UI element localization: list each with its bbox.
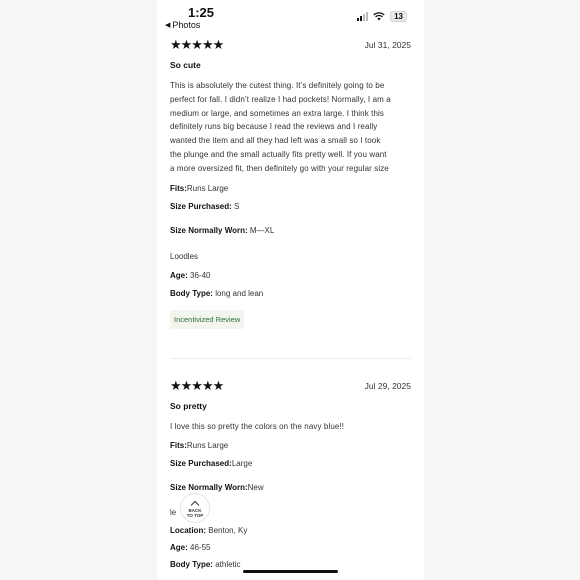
- review-body: I love this so pretty the colors on the …: [170, 420, 411, 434]
- body-type-attribute: Body Type: athletic: [170, 559, 241, 569]
- star-rating: ★★★★★: [170, 378, 224, 393]
- size-worn-attribute: Size Normally Worn: M—XL: [170, 225, 275, 235]
- home-indicator[interactable]: [243, 570, 338, 573]
- back-to-top-label-line2: TO TOP: [186, 512, 204, 518]
- status-icons: 13: [357, 11, 407, 22]
- back-to-photos-link[interactable]: ◀ Photos: [165, 20, 200, 30]
- incentivized-review-badge: Incentivized Review: [170, 309, 245, 329]
- size-purchased-attribute: Size Purchased: S: [170, 201, 240, 211]
- reviewer-name: Loodles: [170, 251, 199, 261]
- review-body-line: medium or large, and sometimes an extra …: [170, 108, 384, 118]
- fits-attribute: Fits:Runs Large: [170, 440, 229, 450]
- review-title: So pretty: [170, 401, 207, 411]
- review-body-line: I love this so pretty the colors on the …: [170, 422, 345, 431]
- review-body-line: perfect for fall. I didn’t realize I had…: [170, 94, 391, 104]
- phone-screen: 1:25 ◀ Photos 13 ★★★★★ Jul 31, 2025 So c…: [157, 0, 424, 580]
- fits-attribute: Fits:Runs Large: [170, 183, 229, 193]
- review-card: ★★★★★ Jul 29, 2025 So pretty I love this…: [170, 378, 411, 569]
- size-worn-attribute: Size Normally Worn:New: [170, 482, 264, 492]
- review-date: Jul 29, 2025: [364, 381, 411, 391]
- cellular-signal-icon: [357, 12, 369, 21]
- age-attribute: Age: 36-40: [170, 270, 211, 280]
- body-type-attribute: Body Type: long and lean: [170, 288, 264, 298]
- star-rating: ★★★★★: [170, 37, 224, 52]
- review-body-line: This is absolutely the cutest thing. It’…: [170, 81, 385, 90]
- review-divider: [170, 358, 411, 359]
- review-body-line: the plunge and the small actually fits p…: [170, 149, 387, 159]
- review-body-line: wanted the item and all they had left wa…: [170, 136, 381, 146]
- review-body-line: a more oversized fit, then definitely go…: [170, 163, 389, 173]
- review-body-line: definitely runs big because I read the r…: [170, 122, 378, 132]
- back-triangle-icon: ◀: [165, 22, 171, 29]
- back-to-top-button[interactable]: BACK TO TOP: [180, 493, 210, 523]
- review-card: ★★★★★ Jul 31, 2025 So cute This is absol…: [170, 37, 411, 329]
- review-title: So cute: [170, 60, 201, 70]
- review-body: This is absolutely the cutest thing. It’…: [170, 79, 411, 176]
- size-purchased-attribute: Size Purchased:Large: [170, 458, 253, 468]
- wifi-icon: [373, 12, 385, 21]
- status-time: 1:25: [188, 5, 215, 20]
- location-attribute: Location: Benton, Ky: [170, 525, 248, 535]
- age-attribute: Age: 46-55: [170, 542, 211, 552]
- battery-icon: 13: [390, 11, 407, 22]
- review-date: Jul 31, 2025: [364, 40, 411, 50]
- back-link-label: Photos: [172, 20, 201, 30]
